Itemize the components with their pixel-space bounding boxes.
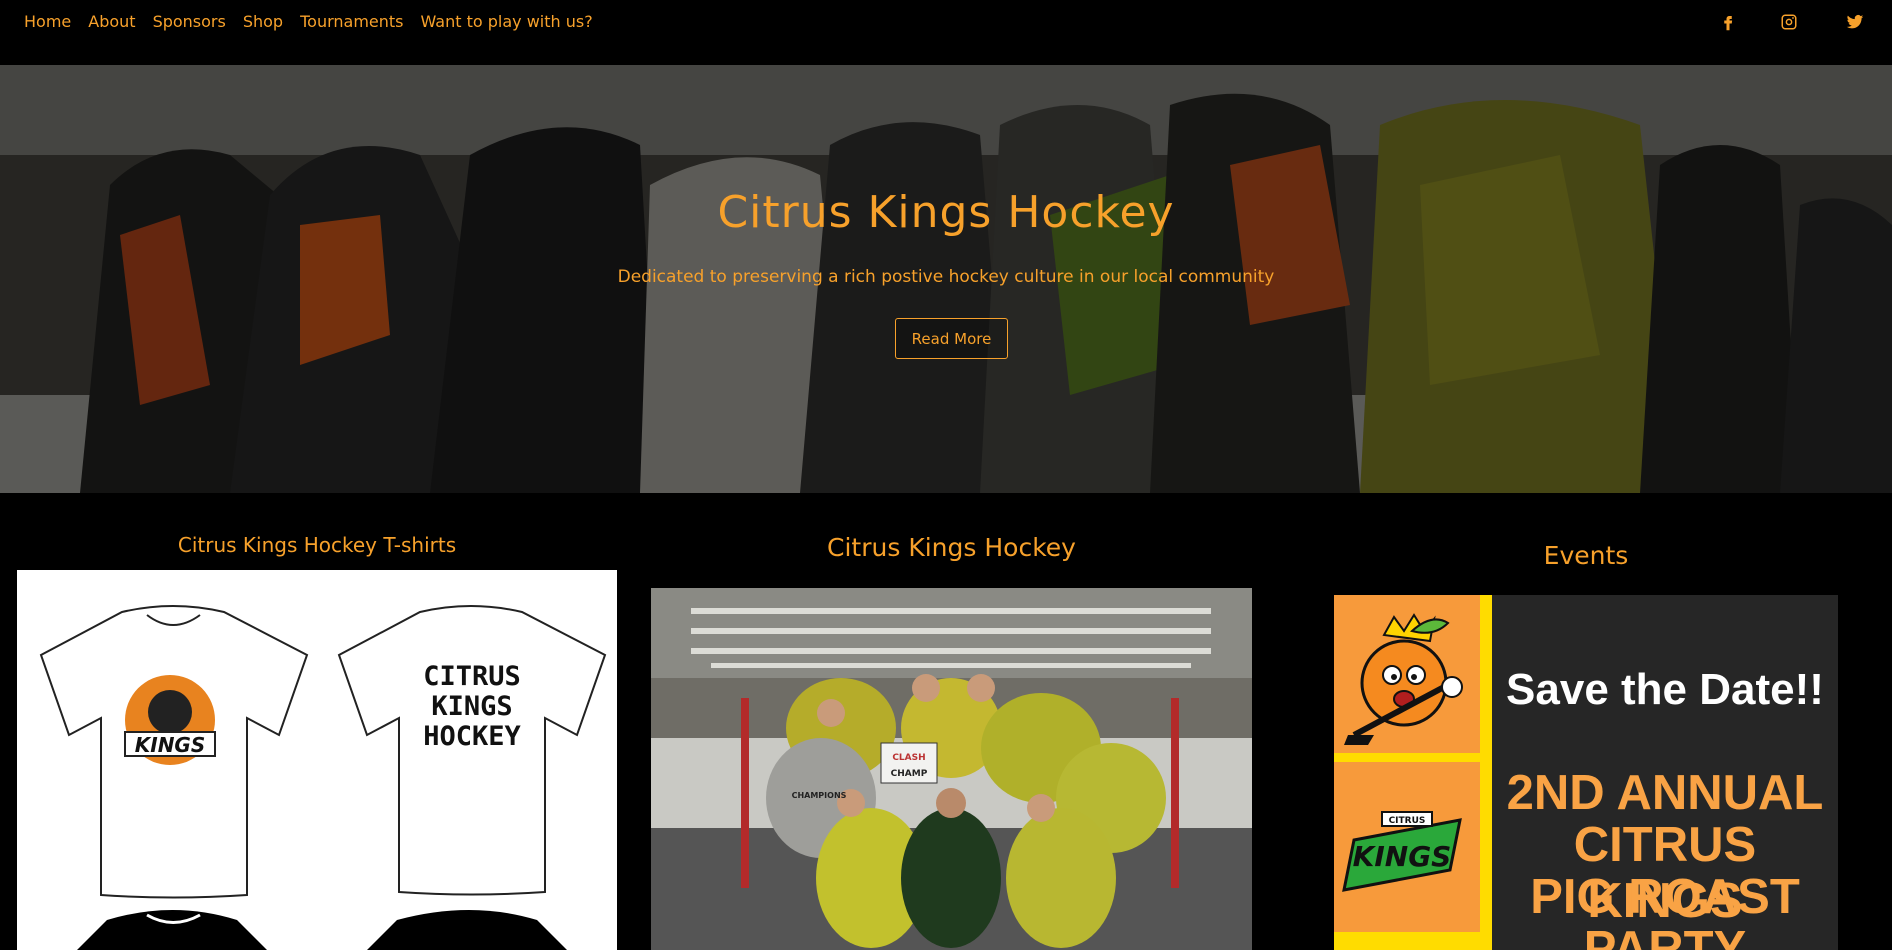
kings-logo-small-text: CITRUS (1389, 816, 1426, 826)
back-text-2: KINGS (431, 691, 512, 722)
nav-sponsors[interactable]: Sponsors (153, 12, 226, 31)
team-title: Citrus Kings Hockey (827, 533, 1076, 562)
kings-logo-big-text: KINGS (1353, 840, 1452, 873)
instagram-icon[interactable] (1777, 10, 1801, 34)
twitter-icon[interactable] (1843, 10, 1867, 34)
team-photo[interactable]: CLASH CHAMP CHAMPIONS (651, 588, 1252, 950)
kings-logo-box: CITRUS KINGS (1334, 762, 1480, 932)
team-photo-drawing: CLASH CHAMP CHAMPIONS (651, 588, 1252, 950)
sign-top-text: CLASH (892, 753, 925, 763)
kings-logo-icon: CITRUS KINGS (1342, 811, 1462, 892)
nav-tournaments[interactable]: Tournaments (300, 12, 403, 31)
flyer-line-4: PARTY (1583, 922, 1747, 950)
nav-want-to-play[interactable]: Want to play with us? (421, 12, 593, 31)
nav-about[interactable]: About (88, 12, 135, 31)
hero-section: Citrus Kings Hockey Dedicated to preserv… (0, 65, 1892, 493)
back-text-1: CITRUS (423, 661, 521, 692)
orange-mascot-box (1334, 595, 1480, 753)
events-flyer[interactable]: CITRUS KINGS Save the Date!! 2ND ANNUAL … (1334, 595, 1838, 950)
flyer-line-1: 2ND ANNUAL (1506, 766, 1824, 820)
nav-links: Home About Sponsors Shop Tournaments Wan… (24, 12, 593, 31)
events-title: Events (1543, 541, 1629, 570)
flyer-text-area: Save the Date!! 2ND ANNUAL CITRUS KINGS … (1492, 595, 1838, 950)
facebook-icon[interactable] (1716, 10, 1740, 34)
hero-title: Citrus Kings Hockey (717, 187, 1175, 238)
flyer-logo-strip: CITRUS KINGS (1334, 595, 1492, 950)
sign-bottom-text: CHAMP (891, 769, 928, 779)
tshirts-image[interactable]: KINGS CITRUS KINGS HOCKEY (17, 570, 617, 950)
front-logo-text: KINGS (135, 733, 206, 757)
hero-subtitle: Dedicated to preserving a rich postive h… (617, 267, 1275, 287)
top-nav: Home About Sponsors Shop Tournaments Wan… (0, 0, 1892, 65)
nav-shop[interactable]: Shop (243, 12, 283, 31)
orange-mascot-icon (1344, 613, 1463, 745)
tshirts-drawing: KINGS CITRUS KINGS HOCKEY (39, 605, 607, 950)
flyer-line-3: PIG ROAST (1530, 870, 1800, 924)
shirt-text: CHAMPIONS (792, 791, 847, 800)
nav-home[interactable]: Home (24, 12, 71, 31)
back-text-3: HOCKEY (423, 721, 521, 752)
shirts-title: Citrus Kings Hockey T-shirts (177, 533, 457, 557)
save-the-date-text: Save the Date!! (1506, 665, 1824, 714)
read-more-button[interactable]: Read More (895, 318, 1008, 359)
